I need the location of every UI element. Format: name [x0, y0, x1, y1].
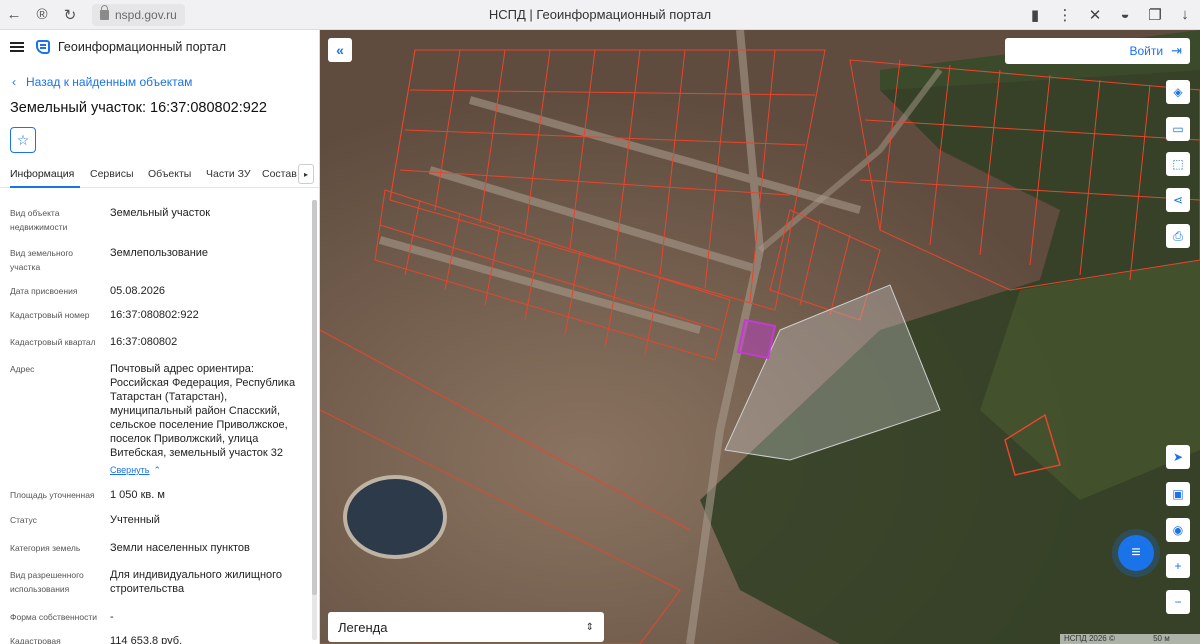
tab-parcel-parts[interactable]: Части ЗУ	[206, 164, 254, 188]
pond	[343, 475, 447, 559]
field-value: 16:37:080802:922	[110, 309, 199, 321]
field-label: Вид разрешенного использования	[10, 570, 84, 594]
field-label: Форма собственности	[10, 612, 97, 622]
extension-icon[interactable]: ✕	[1080, 0, 1110, 30]
layers-button[interactable]: ◈	[1166, 80, 1190, 104]
tab-bar: Информация Сервисы Объекты Части ЗУ Сост…	[0, 164, 319, 188]
share-button[interactable]: ⋖	[1166, 188, 1190, 212]
login-icon: ⇥	[1171, 43, 1182, 58]
collapse-panel-button[interactable]: «	[328, 38, 352, 62]
field-value: 05.08.2026	[110, 285, 166, 297]
navigation-arrow-icon: ➤	[1172, 450, 1184, 464]
address-bar[interactable]: nspd.gov.ru	[92, 3, 185, 26]
app-title: Геоинформационный портал	[58, 39, 227, 54]
field-value: Для индивидуального жилищного строительс…	[110, 569, 283, 595]
field-value: 114 653,8 руб.	[110, 635, 183, 644]
field-value: 1 050 кв. м	[110, 489, 165, 501]
field-value: Почтовый адрес ориентира: Российская Фед…	[110, 363, 296, 459]
star-icon: ☆	[16, 131, 30, 148]
map-scale: НСПД 2026 © 50 м	[1060, 634, 1200, 644]
back-link-label: Назад к найденным объектам	[26, 75, 193, 89]
tab-information[interactable]: Информация	[10, 164, 80, 188]
tab-services[interactable]: Сервисы	[90, 164, 140, 188]
field-label: Дата присвоения	[10, 286, 78, 296]
location-button[interactable]: ◉	[1166, 518, 1190, 542]
favorite-button[interactable]: ☆	[10, 127, 36, 153]
collapse-label: Свернуть	[110, 465, 150, 475]
collapse-address-link[interactable]: Свернуть ⌃	[110, 465, 161, 476]
legend-dropdown[interactable]: Легенда ⇕	[328, 612, 604, 642]
field-value: -	[110, 611, 114, 623]
map-view[interactable]: « Войти ⇥ ◈ ▭ ⬚ ⋖ ⎙ ➤ ▣ ◉ + − ≡ Легенда …	[320, 30, 1200, 644]
expand-collapse-icon: ⇕	[585, 621, 594, 633]
field-value: 16:37:080802	[110, 336, 178, 348]
yandex-icon[interactable]: ®	[28, 0, 56, 30]
field-label: Вид объекта недвижимости	[10, 208, 68, 232]
app-header: Геоинформационный портал	[0, 30, 319, 63]
url-text: nspd.gov.ru	[115, 7, 177, 22]
scale-label: 50 м	[1153, 634, 1170, 643]
basemap-button[interactable]: ▣	[1166, 482, 1190, 506]
print-button[interactable]: ⎙	[1166, 224, 1190, 248]
field-label: Площадь уточненная	[10, 490, 95, 500]
measure-button[interactable]: ▭	[1166, 117, 1190, 141]
zoom-out-button[interactable]: −	[1166, 590, 1190, 614]
geolocate-button[interactable]: ➤	[1166, 445, 1190, 469]
reload-icon[interactable]: ↻	[56, 0, 84, 30]
field-value: Земельный участок	[110, 207, 211, 219]
login-button[interactable]: Войти ⇥	[1005, 38, 1190, 64]
field-label: Кадастровый квартал	[10, 337, 96, 347]
lock-icon	[100, 4, 109, 20]
field-value: Землепользование	[110, 247, 209, 259]
field-label: Статус	[10, 515, 37, 525]
bookmark-icon[interactable]: ▮	[1020, 0, 1050, 30]
zoom-in-button[interactable]: +	[1166, 554, 1190, 578]
location-pin-icon: ◉	[1172, 523, 1184, 537]
print-icon: ⎙	[1173, 228, 1183, 243]
back-to-results-link[interactable]: ‹ Назад к найденным объектам	[12, 75, 192, 89]
page-title: Земельный участок: 16:37:080802:922	[10, 100, 267, 116]
field-value: Земли населенных пунктов	[110, 542, 250, 554]
field-label: Категория земель	[10, 543, 81, 553]
layers-icon: ◈	[1173, 85, 1183, 99]
login-label: Войти	[1129, 44, 1164, 58]
back-icon[interactable]: ←	[0, 0, 28, 30]
plus-icon: +	[1174, 559, 1182, 573]
chevron-left-icon: ‹	[12, 75, 16, 89]
field-label: Адрес	[10, 364, 35, 374]
panel-scrollbar[interactable]	[312, 200, 317, 640]
info-panel: Геоинформационный портал ‹ Назад к найде…	[0, 30, 320, 644]
download-icon[interactable]: ↓	[1170, 0, 1200, 30]
tab-composition[interactable]: Состав	[262, 164, 297, 188]
ruler-icon: ▭	[1172, 122, 1184, 136]
shield-icon[interactable]: ◒	[1110, 0, 1140, 30]
tab-objects[interactable]: Объекты	[148, 164, 196, 188]
field-value: Учтенный	[110, 514, 160, 526]
scrollbar-thumb[interactable]	[312, 200, 317, 595]
field-label: Кадастровая	[10, 636, 61, 644]
tab-scroll-right-button[interactable]: ▸	[298, 164, 314, 184]
field-label: Кадастровый номер	[10, 310, 90, 320]
select-area-button[interactable]: ⬚	[1166, 152, 1190, 176]
collections-icon[interactable]: ❐	[1140, 0, 1170, 30]
select-area-icon: ⬚	[1172, 157, 1184, 171]
double-chevron-left-icon: «	[336, 42, 344, 58]
chevron-up-icon: ⌃	[153, 465, 162, 475]
satellite-map[interactable]	[320, 30, 1200, 644]
chat-button[interactable]: ≡	[1118, 535, 1154, 571]
basemap-icon: ▣	[1172, 487, 1184, 501]
share-icon: ⋖	[1172, 193, 1184, 207]
legend-label: Легенда	[338, 619, 388, 635]
chat-icon: ≡	[1131, 544, 1141, 561]
field-label: Вид земельного участка	[10, 248, 74, 272]
menu-dots-icon[interactable]: ⋮	[1050, 0, 1080, 30]
hamburger-menu-icon[interactable]	[10, 41, 24, 52]
attribution-text: НСПД 2026 ©	[1064, 634, 1115, 643]
minus-icon: −	[1174, 595, 1182, 609]
selected-parcel[interactable]	[736, 318, 777, 360]
browser-toolbar: ← ® ↻ nspd.gov.ru НСПД | Геоинформационн…	[0, 0, 1200, 30]
portal-logo-icon	[36, 39, 50, 54]
